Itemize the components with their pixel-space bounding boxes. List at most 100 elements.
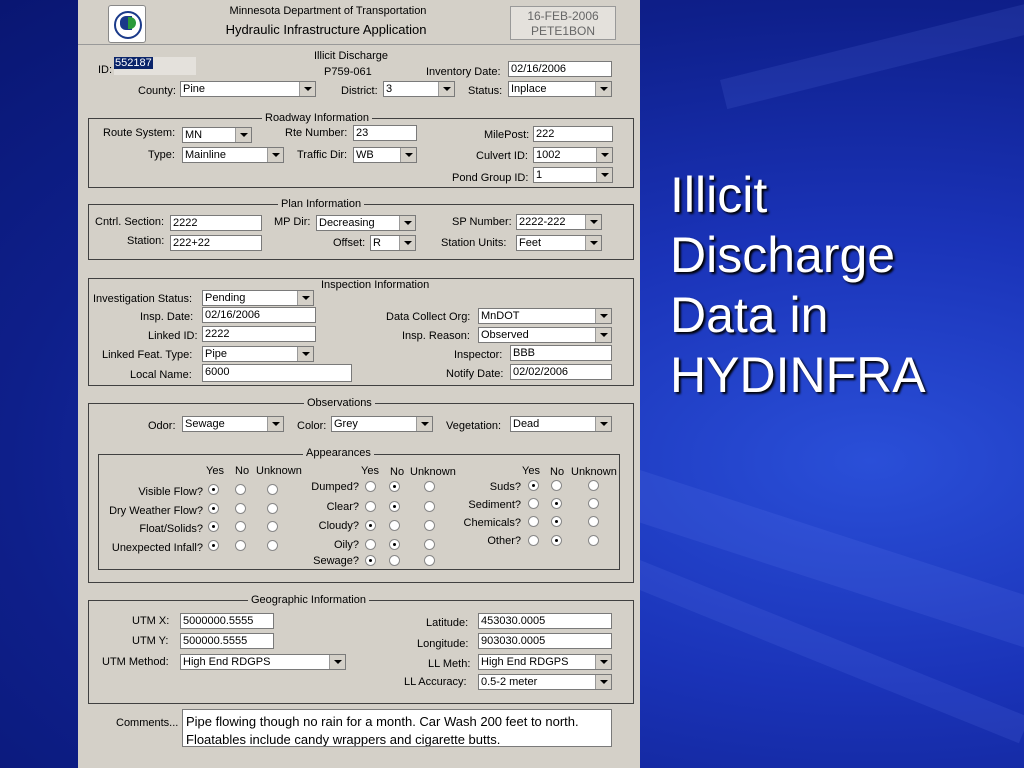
unexpected-infall-yes[interactable]: [208, 540, 219, 551]
district-dropdown[interactable]: 3: [383, 81, 455, 97]
chevron-down-icon: [267, 417, 283, 431]
dry-weather-flow-no[interactable]: [235, 503, 246, 514]
clear-unknown[interactable]: [424, 501, 435, 512]
chemicals-no[interactable]: [551, 516, 562, 527]
chemicals-yes[interactable]: [528, 516, 539, 527]
col1-yes-header: Yes: [206, 465, 224, 477]
longitude-field[interactable]: 903030.0005: [478, 633, 612, 649]
sewage-no[interactable]: [389, 555, 400, 566]
mp-dir-value: Decreasing: [319, 217, 375, 229]
data-org-dropdown[interactable]: MnDOT: [478, 308, 612, 324]
sediment-unknown[interactable]: [588, 498, 599, 509]
notify-date-field[interactable]: 02/02/2006: [510, 364, 612, 380]
dry-weather-flow-yes[interactable]: [208, 503, 219, 514]
col2-unknown-header: Unknown: [410, 466, 456, 478]
other-no[interactable]: [551, 535, 562, 546]
suds-label: Suds?: [489, 481, 521, 493]
dry-weather-flow-label: Dry Weather Flow?: [109, 505, 203, 517]
vegetation-dropdown[interactable]: Dead: [510, 416, 612, 432]
dumped-unknown[interactable]: [424, 481, 435, 492]
latitude-field[interactable]: 453030.0005: [478, 613, 612, 629]
sp-number-dropdown[interactable]: 2222-222: [516, 214, 602, 230]
dumped-yes[interactable]: [365, 481, 376, 492]
linked-feat-dropdown[interactable]: Pipe: [202, 346, 314, 362]
background-stripe: [720, 2, 1024, 110]
insp-reason-label: Insp. Reason:: [402, 330, 470, 342]
pond-group-dropdown[interactable]: 1: [533, 167, 613, 183]
color-value: Grey: [334, 418, 358, 430]
district-label: District:: [341, 85, 378, 97]
linked-id-label: Linked ID:: [148, 330, 198, 342]
record-title: Illicit Discharge: [314, 50, 388, 62]
slide-title: Illicit Discharge Data in HYDINFRA: [670, 167, 926, 403]
dumped-no[interactable]: [389, 481, 400, 492]
offset-dropdown[interactable]: R: [370, 235, 416, 251]
clear-label: Clear?: [326, 501, 359, 513]
chemicals-unknown[interactable]: [588, 516, 599, 527]
comments-field[interactable]: Pipe flowing though no rain for a month.…: [182, 709, 612, 747]
visible-flow-yes[interactable]: [208, 484, 219, 495]
chevron-down-icon: [267, 148, 283, 162]
insp-date-field[interactable]: 02/16/2006: [202, 307, 316, 323]
county-value: Pine: [183, 83, 206, 95]
county-dropdown[interactable]: Pine: [180, 81, 316, 97]
suds-no[interactable]: [551, 480, 562, 491]
color-dropdown[interactable]: Grey: [331, 416, 433, 432]
traffic-dir-dropdown[interactable]: WB: [353, 147, 417, 163]
inventory-date-field[interactable]: 02/16/2006: [508, 61, 612, 77]
id-field[interactable]: 552187: [114, 57, 196, 75]
utm-x-field[interactable]: 5000000.5555: [180, 613, 274, 629]
linked-id-field[interactable]: 2222: [202, 326, 316, 342]
ll-accuracy-dropdown[interactable]: 0.5-2 meter: [478, 674, 612, 690]
sewage-unknown[interactable]: [424, 555, 435, 566]
clear-yes[interactable]: [365, 501, 376, 512]
inv-status-dropdown[interactable]: Pending: [202, 290, 314, 306]
chevron-down-icon: [329, 655, 345, 669]
suds-unknown[interactable]: [588, 480, 599, 491]
station-units-dropdown[interactable]: Feet: [516, 235, 602, 251]
rte-number-field[interactable]: 23: [353, 125, 417, 141]
suds-yes[interactable]: [528, 480, 539, 491]
route-system-dropdown[interactable]: MN: [182, 127, 252, 143]
sewage-yes[interactable]: [365, 555, 376, 566]
visible-flow-unknown[interactable]: [267, 484, 278, 495]
culvert-id-dropdown[interactable]: 1002: [533, 147, 613, 163]
station-field[interactable]: 222+22: [170, 235, 262, 251]
cloudy-yes[interactable]: [365, 520, 376, 531]
sediment-yes[interactable]: [528, 498, 539, 509]
sediment-no[interactable]: [551, 498, 562, 509]
clear-no[interactable]: [389, 501, 400, 512]
other-yes[interactable]: [528, 535, 539, 546]
visible-flow-no[interactable]: [235, 484, 246, 495]
utm-y-field[interactable]: 500000.5555: [180, 633, 274, 649]
unexpected-infall-unknown[interactable]: [267, 540, 278, 551]
other-unknown[interactable]: [588, 535, 599, 546]
pond-group-label: Pond Group ID:: [452, 172, 529, 184]
cloudy-no[interactable]: [389, 520, 400, 531]
odor-dropdown[interactable]: Sewage: [182, 416, 284, 432]
dry-weather-flow-unknown[interactable]: [267, 503, 278, 514]
oily-unknown[interactable]: [424, 539, 435, 550]
mndot-logo: [108, 5, 146, 43]
type-value: Mainline: [185, 149, 226, 161]
ll-meth-dropdown[interactable]: High End RDGPS: [478, 654, 612, 670]
float-solids-yes[interactable]: [208, 521, 219, 532]
insp-reason-dropdown[interactable]: Observed: [478, 327, 612, 343]
cloudy-unknown[interactable]: [424, 520, 435, 531]
ll-accuracy-label: LL Accuracy:: [404, 676, 467, 688]
local-name-field[interactable]: 6000: [202, 364, 352, 382]
oily-yes[interactable]: [365, 539, 376, 550]
status-dropdown[interactable]: Inplace: [508, 81, 612, 97]
utm-x-label: UTM X:: [132, 615, 170, 627]
inspector-field[interactable]: BBB: [510, 345, 612, 361]
unexpected-infall-no[interactable]: [235, 540, 246, 551]
float-solids-no[interactable]: [235, 521, 246, 532]
mp-dir-dropdown[interactable]: Decreasing: [316, 215, 416, 231]
oily-no[interactable]: [389, 539, 400, 550]
utm-method-dropdown[interactable]: High End RDGPS: [180, 654, 346, 670]
utm-method-value: High End RDGPS: [183, 656, 271, 668]
milepost-field[interactable]: 222: [533, 126, 613, 142]
cntrl-section-field[interactable]: 2222: [170, 215, 262, 231]
float-solids-unknown[interactable]: [267, 521, 278, 532]
type-dropdown[interactable]: Mainline: [182, 147, 284, 163]
